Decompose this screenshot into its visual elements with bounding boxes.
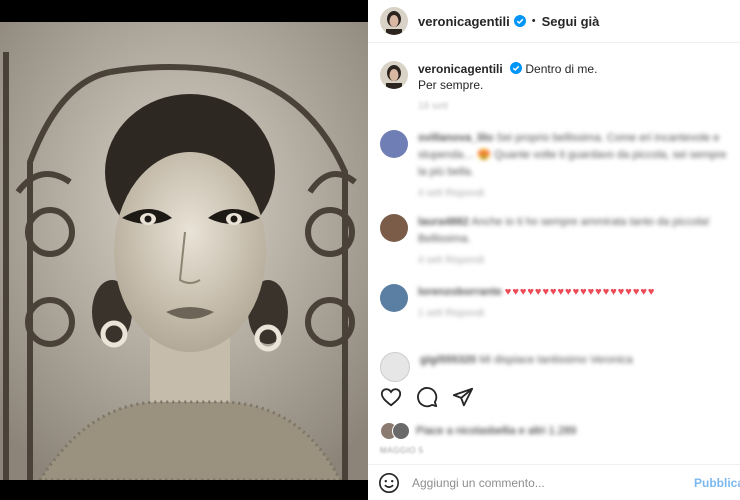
caption-avatar[interactable] (380, 61, 408, 89)
verified-icon (510, 62, 523, 74)
comment-avatar[interactable] (380, 130, 408, 158)
liker-avatar (392, 422, 410, 440)
comment-avatar[interactable] (380, 284, 408, 312)
follow-button[interactable]: Segui già (542, 14, 600, 29)
publish-button[interactable]: Pubblica (694, 476, 740, 490)
post-details-panel: veronicagentili • Segui già veronicagent… (368, 0, 740, 500)
likes-text: Piace a nicolasbellia e altri 1.289 (416, 425, 577, 437)
caption-line-2: Per sempre. (418, 78, 484, 92)
emoji-icon[interactable] (378, 472, 400, 494)
portrait-photo (0, 22, 368, 480)
comment-avatar[interactable] (380, 214, 408, 242)
comment-avatar[interactable] (380, 352, 410, 382)
post-actions (380, 386, 474, 408)
author-username[interactable]: veronicagentili (418, 14, 510, 29)
post-header: veronicagentili • Segui già (368, 0, 740, 43)
comment-username[interactable]: laura4882 (418, 216, 469, 228)
comment-username[interactable]: svillanova_lilo (418, 132, 493, 144)
caption-time: 18 sett (418, 101, 449, 112)
comment-composer: Pubblica (368, 464, 740, 500)
comment-username[interactable]: lorenzoborrante (418, 286, 502, 298)
post-photo-pane (0, 0, 368, 500)
comment-text: Mi dispiace tantissimo Veronica (479, 354, 633, 366)
comment-item: laura4882 Anche io ti ho sempre ammirata… (380, 214, 732, 269)
comment-item: svillanova_lilo Sei proprio bellissima. … (380, 130, 732, 202)
post-date: MAGGIO 5 (380, 446, 424, 455)
header-separator: • (531, 15, 536, 27)
comment-icon[interactable] (416, 386, 438, 408)
comment-meta[interactable]: 4 sett Rispondi (418, 252, 732, 269)
comment-item: gigi555320 Mi dispiace tantissimo Veroni… (380, 352, 732, 382)
comment-meta[interactable]: 4 sett Rispondi (418, 185, 732, 202)
caption-username[interactable]: veronicagentili (418, 62, 503, 76)
heart-icon[interactable] (380, 386, 402, 408)
comment-item: lorenzoborrante ♥♥♥♥♥♥♥♥♥♥♥♥♥♥♥♥♥♥♥♥ 1 s… (380, 284, 732, 322)
comment-hearts: ♥♥♥♥♥♥♥♥♥♥♥♥♥♥♥♥♥♥♥♥ (504, 286, 656, 298)
comment-username[interactable]: gigi555320 (420, 354, 476, 366)
likes-summary[interactable]: Piace a nicolasbellia e altri 1.289 (380, 422, 576, 440)
post-caption: veronicagentili Dentro di me. Per sempre… (368, 43, 740, 115)
share-icon[interactable] (452, 386, 474, 408)
verified-icon (513, 15, 526, 27)
post-photo[interactable] (0, 22, 368, 480)
comment-meta[interactable]: 1 sett Rispondi (418, 305, 655, 322)
comment-input[interactable] (410, 475, 714, 491)
author-avatar[interactable] (380, 7, 408, 35)
caption-line-1: Dentro di me. (525, 62, 598, 76)
